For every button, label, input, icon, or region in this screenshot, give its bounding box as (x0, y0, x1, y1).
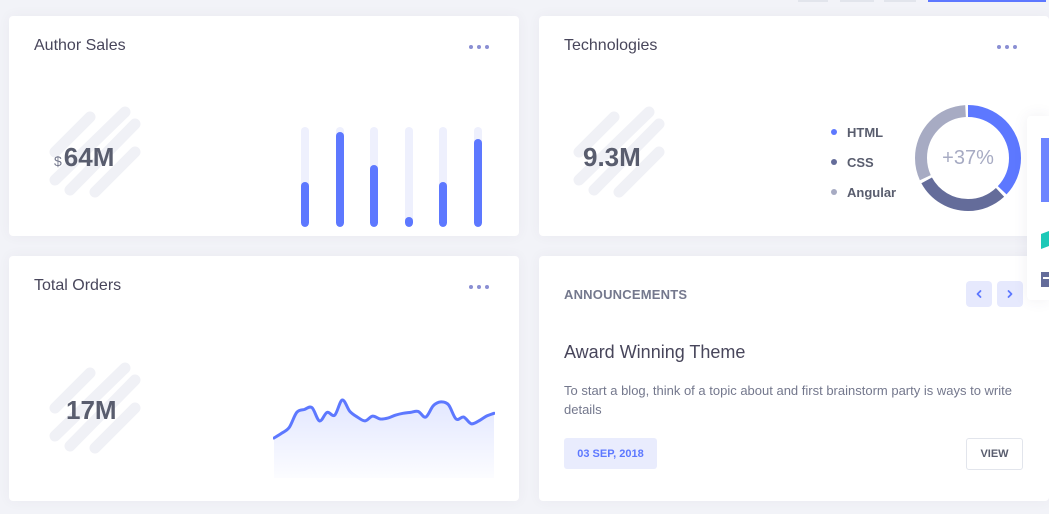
sales-bar (370, 165, 378, 227)
more-horizontal-icon[interactable] (469, 45, 489, 51)
legend-label: CSS (847, 154, 874, 170)
area-fill (274, 399, 494, 478)
toolbar-segment[interactable] (798, 0, 828, 2)
orders-area-chart (273, 398, 495, 478)
technologies-value: 9.3M (583, 142, 641, 172)
sales-bar (335, 132, 344, 227)
chevron-right-icon (1007, 290, 1013, 298)
announcement-title: Award Winning Theme (564, 342, 746, 362)
card-title: Technologies (564, 37, 658, 54)
announcement-text: To start a blog, think of a topic about … (564, 383, 1012, 417)
floating-side-panel (1027, 116, 1049, 300)
next-button[interactable] (997, 281, 1023, 307)
announcements-label: ANNOUNCEMENTS (564, 287, 688, 302)
sales-bar (404, 217, 413, 227)
more-horizontal-icon[interactable] (469, 285, 489, 291)
demos-tab-icon (1041, 138, 1049, 202)
legend-label: Angular (847, 184, 897, 200)
sales-bar-track (404, 127, 413, 227)
sales-bar (439, 182, 447, 227)
donut-center-label: +37% (942, 147, 994, 169)
sales-bar-track (335, 127, 344, 227)
legend-dot (831, 159, 837, 165)
sales-bar (473, 139, 482, 227)
legend-item-css: CSS (831, 147, 896, 177)
panel-item[interactable] (1027, 270, 1049, 290)
view-button[interactable]: VIEW (966, 438, 1023, 470)
sales-bar-track (473, 127, 482, 227)
date-badge: 03 SEP, 2018 (564, 438, 657, 469)
cube-icon (1041, 231, 1049, 249)
announcements-card: ANNOUNCEMENTS Award Winning Theme To sta… (539, 256, 1049, 501)
legend-label: HTML (847, 124, 884, 140)
author-sales-card: Author Sales $64M (9, 16, 519, 236)
technologies-legend: HTML CSS Angular (831, 117, 896, 207)
toolbar-segment[interactable] (884, 0, 916, 2)
panel-demos-tab[interactable] (1027, 132, 1049, 208)
total-orders-card: Total Orders 17M (9, 256, 519, 501)
card-title: Total Orders (34, 277, 122, 294)
currency-symbol: $ (54, 153, 62, 169)
sales-amount: 64M (63, 142, 115, 172)
legend-dot (831, 129, 837, 135)
technologies-donut-chart: +37% (915, 105, 1021, 211)
sales-bar-track (439, 127, 447, 227)
panel-item[interactable] (1027, 230, 1049, 250)
total-orders-value: 17M (66, 395, 117, 425)
legend-item-angular: Angular (831, 177, 896, 207)
legend-item-html: HTML (831, 117, 896, 147)
sales-bar (301, 182, 309, 227)
more-horizontal-icon[interactable] (997, 45, 1017, 51)
top-toolbar-strip (0, 0, 1049, 2)
toolbar-segment[interactable] (840, 0, 874, 2)
document-icon (1041, 272, 1049, 287)
legend-dot (831, 189, 837, 195)
sales-bar-track (301, 127, 309, 227)
chevron-left-icon (976, 290, 982, 298)
sales-bar-track (370, 127, 378, 227)
card-title: Author Sales (34, 37, 126, 54)
author-sales-value: $64M (54, 142, 114, 173)
toolbar-active-segment[interactable] (928, 0, 1046, 2)
prev-button[interactable] (966, 281, 992, 307)
